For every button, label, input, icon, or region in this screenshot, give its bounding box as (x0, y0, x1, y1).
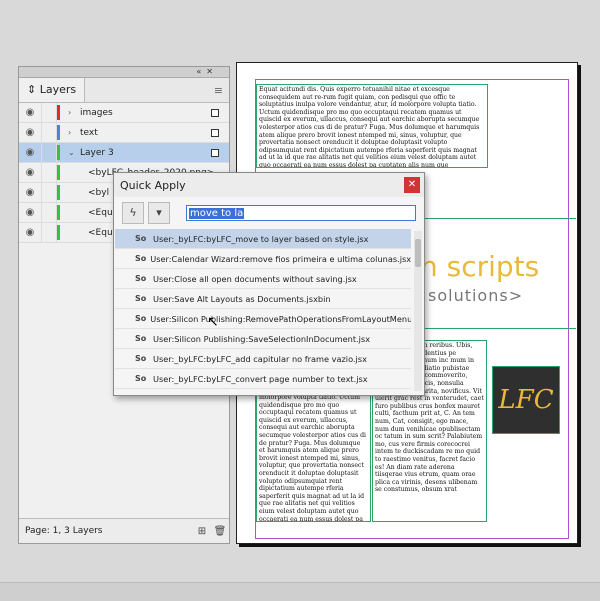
layers-footer: Page: 1, 3 Layers ⊞ 🗑 (19, 518, 229, 543)
text-frame-col1[interactable]: molorpore volupta tiatio. Uctum quidendi… (256, 392, 371, 522)
lock-toggle[interactable] (41, 103, 57, 122)
quick-apply-item[interactable]: So User:Close all open documents without … (115, 269, 411, 289)
expand-chevron-icon[interactable]: › (68, 128, 80, 137)
quick-apply-item-label: User:Calendar Wizard:remove fios primeir… (150, 253, 411, 264)
layers-tab-bar: ⇕ Layers ≡ (19, 78, 229, 103)
script-icon: So (135, 314, 147, 323)
layer-row[interactable]: ◉ › images (19, 103, 229, 123)
selection-square-icon[interactable] (211, 148, 219, 157)
delete-layer-icon[interactable]: 🗑 (211, 526, 229, 537)
quick-apply-toolbar: ϟ ▾ move to la (114, 197, 424, 229)
visibility-eye-icon[interactable]: ◉ (19, 227, 41, 238)
quick-apply-title: Quick Apply (120, 178, 186, 192)
quick-apply-item-label: User:Save Alt Layouts as Documents.jsxbi… (153, 293, 331, 304)
script-icon: So (135, 254, 147, 263)
layer-label: text (80, 127, 98, 138)
lock-toggle[interactable] (41, 163, 57, 182)
text-frame-top[interactable]: Equat acitundi dis. Quis experro tetuani… (256, 84, 488, 168)
script-icon: So (135, 274, 147, 283)
lfc-logo-image[interactable]: LFC (492, 366, 560, 434)
lock-toggle[interactable] (41, 143, 57, 162)
quick-apply-item[interactable]: So User:_byLFC:byLFC_move to layer based … (115, 229, 411, 249)
layer-row[interactable]: ◉ ⌄ Layer 3 (19, 143, 229, 163)
logo-subtext: solutions> (428, 286, 524, 305)
quick-apply-item[interactable]: SoUser:_byLFC:byLFC_export pdf, save and… (115, 389, 411, 393)
quick-apply-item[interactable]: So User:Silicon Publishing:RemovePathOper… (115, 309, 411, 329)
script-icon: So (135, 334, 147, 343)
visibility-eye-icon[interactable]: ◉ (19, 107, 41, 118)
quick-apply-titlebar: Quick Apply ✕ (114, 173, 424, 197)
script-icon: So (135, 234, 147, 243)
quick-apply-item-label: User:Close all open documents without sa… (153, 273, 357, 284)
new-layer-icon[interactable]: ⊞ (193, 526, 211, 537)
dropdown-icon[interactable]: ▾ (148, 202, 170, 224)
selection-square-icon[interactable] (211, 128, 219, 137)
status-bar (0, 582, 600, 601)
visibility-eye-icon[interactable]: ◉ (19, 187, 41, 198)
lock-toggle[interactable] (41, 123, 57, 142)
layer-color-swatch (57, 205, 60, 220)
quick-apply-item[interactable]: So User:Save Alt Layouts as Documents.jsx… (115, 289, 411, 309)
layer-color-swatch (57, 125, 60, 140)
layer-label: Layer 3 (80, 147, 114, 158)
close-icon[interactable]: ✕ (404, 177, 420, 193)
layer-row[interactable]: ◉ › text (19, 123, 229, 143)
selection-square-icon[interactable] (211, 108, 219, 117)
visibility-eye-icon[interactable]: ◉ (19, 167, 41, 178)
layer-color-swatch (57, 145, 60, 160)
panel-menu-icon[interactable]: ≡ (214, 84, 223, 97)
quick-apply-dialog: Quick Apply ✕ ϟ ▾ move to la So User:_byL… (113, 172, 425, 396)
visibility-eye-icon[interactable]: ◉ (19, 127, 41, 138)
script-icon: So (135, 374, 147, 383)
visibility-eye-icon[interactable]: ◉ (19, 147, 41, 158)
quick-apply-results: So User:_byLFC:byLFC_move to layer based … (115, 229, 411, 393)
layer-color-swatch (57, 105, 60, 120)
script-icon: So (135, 354, 147, 363)
logo-text: n scripts (420, 250, 540, 283)
tab-layers-label: Layers (39, 83, 77, 96)
expand-chevron-icon[interactable]: › (68, 108, 80, 117)
search-input[interactable]: move to la (186, 205, 416, 221)
layer-color-swatch (57, 225, 60, 240)
layer-label: images (80, 107, 113, 118)
expand-chevron-icon[interactable]: ⌄ (68, 148, 80, 157)
panel-collapse-bar[interactable]: « ✕ (19, 67, 229, 78)
script-icon: So (135, 294, 147, 303)
quick-apply-item-label: User:_byLFC:byLFC_add capitular no frame… (153, 353, 367, 364)
quick-apply-item[interactable]: So User:Silicon Publishing:SaveSelectionI… (115, 329, 411, 349)
quick-apply-item-label: User:_byLFC:byLFC_move to layer based on… (153, 233, 369, 244)
visibility-eye-icon[interactable]: ◉ (19, 207, 41, 218)
quick-apply-item[interactable]: So User:Calendar Wizard:remove fios prime… (115, 249, 411, 269)
quick-apply-item[interactable]: So User:_byLFC:byLFC_convert page number … (115, 369, 411, 389)
layer-color-swatch (57, 165, 60, 180)
lock-toggle[interactable] (41, 203, 57, 222)
quick-apply-item-label: User:Silicon Publishing:SaveSelectionInD… (153, 333, 371, 344)
quick-apply-item[interactable]: So User:_byLFC:byLFC_add capitular no fra… (115, 349, 411, 369)
lock-toggle[interactable] (41, 223, 57, 242)
mouse-cursor: ↖ (207, 314, 219, 330)
quick-apply-item-label: User:_byLFC:byLFC_convert page number to… (153, 373, 368, 384)
tab-layers[interactable]: ⇕ Layers (19, 78, 86, 102)
layers-status: Page: 1, 3 Layers (25, 526, 103, 536)
lock-toggle[interactable] (41, 183, 57, 202)
search-input-value: move to la (189, 207, 245, 219)
scrollbar-thumb[interactable] (415, 239, 421, 267)
layer-color-swatch (57, 185, 60, 200)
lightning-icon[interactable]: ϟ (122, 202, 144, 224)
quick-apply-item-label: User:Silicon Publishing:RemovePathOperat… (150, 313, 411, 324)
